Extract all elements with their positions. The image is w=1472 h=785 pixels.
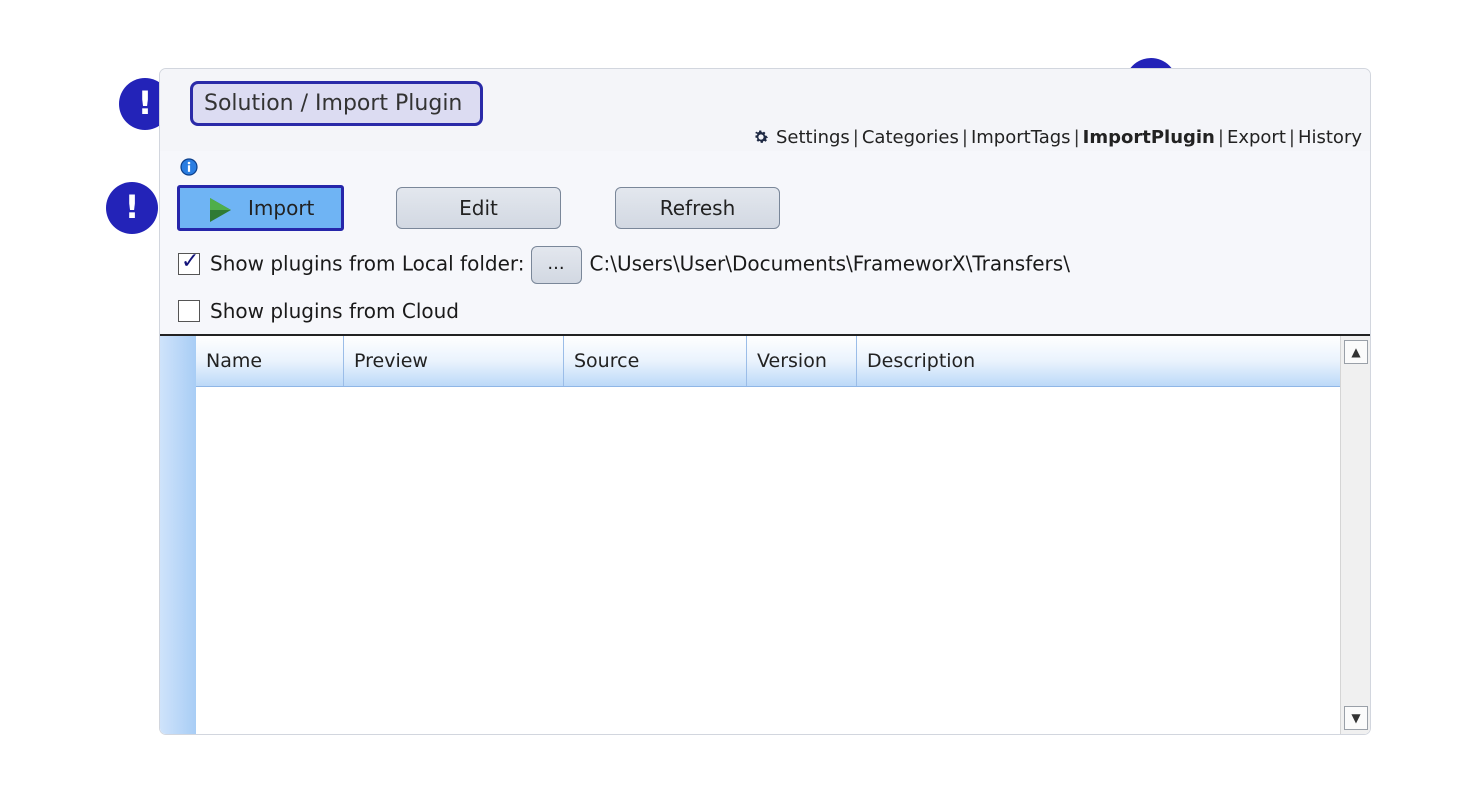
- play-icon: [208, 196, 232, 236]
- page-title: Solution / Import Plugin: [190, 81, 483, 126]
- gear-icon[interactable]: [752, 128, 770, 154]
- import-button[interactable]: Import: [177, 185, 344, 231]
- import-plugin-panel: Solution / Import Plugin Settings | Catego…: [159, 68, 1371, 735]
- local-folder-path: C:\Users\User\Documents\FrameworX\Transf…: [589, 251, 1070, 276]
- nav-categories[interactable]: Categories: [862, 127, 959, 148]
- local-folder-checkbox[interactable]: [178, 249, 200, 275]
- vertical-scrollbar[interactable]: ▲ ▼: [1340, 336, 1370, 734]
- row-header-strip: [160, 336, 196, 734]
- nav-separator: |: [1288, 127, 1295, 148]
- nav-separator: |: [1217, 127, 1224, 148]
- nav-import-tags[interactable]: ImportTags: [971, 127, 1071, 148]
- local-folder-option: Show plugins from Local folder:... C:\Use…: [178, 246, 1070, 284]
- column-header-source[interactable]: Source: [563, 336, 746, 386]
- info-icon[interactable]: [180, 158, 198, 180]
- annotation-marker-import: !: [106, 182, 158, 234]
- import-button-label: Import: [248, 196, 315, 220]
- nav-separator: |: [961, 127, 968, 148]
- column-header-description[interactable]: Description: [856, 336, 1340, 386]
- nav-links: Settings | Categories | ImportTags | ImportPlu…: [752, 125, 1362, 154]
- scroll-up-button[interactable]: ▲: [1344, 340, 1368, 364]
- nav-history[interactable]: History: [1298, 127, 1362, 148]
- cloud-label: Show plugins from Cloud: [210, 299, 459, 323]
- nav-import-plugin[interactable]: ImportPlugin: [1083, 127, 1215, 148]
- browse-folder-button[interactable]: ...: [530, 246, 582, 284]
- nav-separator: |: [852, 127, 859, 148]
- cloud-checkbox[interactable]: [178, 300, 200, 322]
- scroll-down-button[interactable]: ▼: [1344, 706, 1368, 730]
- column-header-preview[interactable]: Preview: [343, 336, 563, 386]
- cloud-option: Show plugins from Cloud: [178, 299, 459, 323]
- grid-column-header: Name Preview Source Version Description: [196, 336, 1340, 387]
- refresh-button[interactable]: Refresh: [615, 187, 780, 229]
- local-folder-label: Show plugins from Local folder:: [210, 251, 525, 276]
- nav-separator: |: [1073, 127, 1080, 148]
- plugins-grid: Name Preview Source Version Description …: [160, 336, 1370, 734]
- column-header-version[interactable]: Version: [746, 336, 856, 386]
- nav-export[interactable]: Export: [1227, 127, 1286, 148]
- nav-settings[interactable]: Settings: [776, 127, 850, 148]
- column-header-name[interactable]: Name: [196, 336, 344, 386]
- edit-button[interactable]: Edit: [396, 187, 561, 229]
